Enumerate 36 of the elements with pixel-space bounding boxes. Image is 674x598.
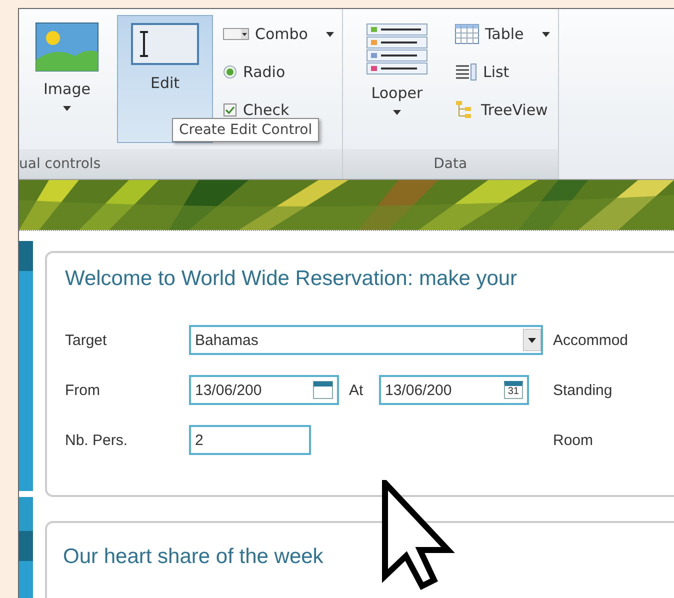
- group-label: ual controls: [19, 149, 342, 179]
- image-button[interactable]: Image: [25, 15, 109, 143]
- field-label: Accommod: [553, 332, 630, 348]
- table-icon: [454, 24, 479, 44]
- field-label: Standing: [553, 382, 614, 398]
- caret-icon: [523, 329, 541, 351]
- caret-icon: [542, 32, 550, 36]
- tooltip: Create Edit Control: [172, 118, 320, 142]
- table-button[interactable]: Table: [452, 21, 552, 47]
- radio-button[interactable]: Radio: [221, 59, 336, 85]
- tree-button[interactable]: TreeView: [452, 97, 552, 123]
- form-title: Welcome to World Wide Reservation: make your: [65, 267, 518, 291]
- landscape-icon: [35, 22, 99, 72]
- group-label: Data: [342, 149, 558, 179]
- date-field[interactable]: 13/06/200: [189, 375, 339, 405]
- field-label: Nb. Pers.: [65, 432, 129, 448]
- dropdown-field[interactable]: Bahamas: [189, 325, 543, 355]
- date-field[interactable]: 13/06/200 31: [379, 375, 529, 405]
- calendar-icon: [313, 381, 333, 399]
- caret-icon: [392, 110, 401, 115]
- caret-icon: [326, 32, 334, 36]
- field-label: At: [349, 382, 364, 398]
- section-title: Our heart share of the week: [63, 545, 324, 569]
- text-field-icon: [130, 22, 200, 66]
- calendar-icon: 31: [504, 381, 523, 399]
- dropdown-field-icon: [223, 28, 249, 40]
- combo-button[interactable]: Combo: [221, 21, 336, 47]
- input-field[interactable]: 2: [189, 425, 311, 455]
- list-rows-icon: [364, 22, 429, 76]
- field-label: Target: [65, 332, 108, 348]
- looper-button[interactable]: Looper: [348, 15, 445, 143]
- field-label: Room: [553, 432, 594, 448]
- list-icon: [454, 63, 477, 81]
- caret-icon: [63, 106, 71, 111]
- field-label: From: [65, 382, 101, 398]
- list-button[interactable]: List: [452, 59, 552, 85]
